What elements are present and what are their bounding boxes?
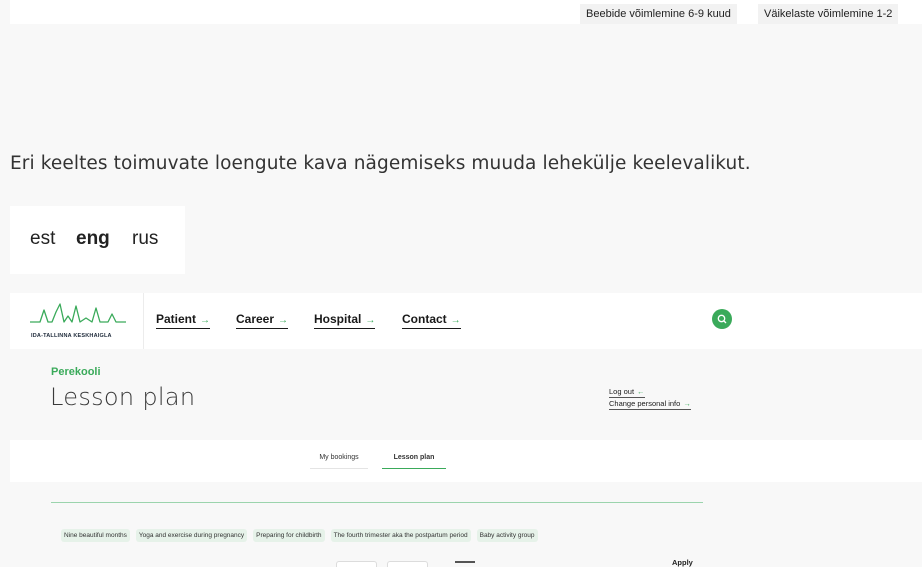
arrow-right-icon: → — [278, 315, 289, 326]
nav-item-label: Hospital — [314, 312, 362, 326]
logout-link[interactable]: Log out ← — [609, 387, 645, 398]
filter-chip[interactable]: Nine beautiful months — [61, 529, 130, 542]
language-switcher: est eng rus — [10, 206, 185, 274]
nav-item-career[interactable]: Career → — [236, 312, 289, 329]
filter-chips: Nine beautiful months Yoga and exercise … — [61, 529, 538, 542]
tab-lesson-plan[interactable]: Lesson plan — [382, 454, 446, 469]
filter-chip[interactable]: The fourth trimester aka the postpartum … — [330, 529, 471, 542]
language-eng[interactable]: eng — [76, 228, 110, 250]
search-button[interactable] — [712, 309, 732, 329]
language-info-text: Eri keeltes toimuvate loengute kava näge… — [10, 153, 751, 174]
tab-my-bookings[interactable]: My bookings — [310, 454, 368, 469]
top-link-baby-gym[interactable]: Beebide võimlemine 6-9 kuud — [580, 4, 737, 24]
search-icon — [717, 314, 727, 324]
arrow-right-icon: → — [200, 315, 211, 326]
filter-checkbox[interactable] — [455, 561, 475, 567]
nav-item-label: Patient — [156, 312, 197, 326]
divider — [51, 502, 703, 503]
change-personal-info-link[interactable]: Change personal info → — [609, 399, 691, 410]
tabs-bar: My bookings Lesson plan — [10, 440, 922, 482]
apply-button[interactable]: Apply — [672, 558, 693, 567]
logo-text: IDA-TALLINNA KESKHAIGLA — [31, 333, 112, 339]
arrow-right-icon: → — [365, 315, 376, 326]
section-label: Perekooli — [51, 366, 101, 378]
nav-item-hospital[interactable]: Hospital → — [314, 312, 376, 329]
language-rus[interactable]: rus — [132, 228, 158, 250]
change-personal-info-label: Change personal info — [609, 399, 681, 408]
nav-item-label: Contact — [402, 312, 447, 326]
filter-chip[interactable]: Preparing for childbirth — [253, 529, 325, 542]
filter-chip[interactable]: Yoga and exercise during pregnancy — [135, 529, 248, 542]
filter-dropdown[interactable] — [336, 561, 377, 567]
page-title: Lesson plan — [50, 383, 196, 411]
logout-label: Log out — [609, 387, 635, 396]
language-est[interactable]: est — [30, 228, 55, 250]
filter-dropdown[interactable] — [387, 561, 428, 567]
heartbeat-logo-icon — [30, 303, 126, 323]
top-link-toddler-gym[interactable]: Väikelaste võimlemine 1-2 — [758, 4, 899, 24]
arrow-left-icon: ← — [637, 387, 645, 396]
nav-item-label: Career — [236, 312, 275, 326]
nav-item-patient[interactable]: Patient → — [156, 312, 211, 329]
nav-item-contact[interactable]: Contact → — [402, 312, 461, 329]
filter-chip[interactable]: Baby activity group — [476, 529, 538, 542]
top-link-strip: Beebide võimlemine 6-9 kuud Väikelaste v… — [10, 0, 922, 24]
arrow-right-icon: → — [450, 315, 461, 326]
site-header: IDA-TALLINNA KESKHAIGLA Patient → Career →… — [10, 293, 922, 349]
hospital-logo[interactable]: IDA-TALLINNA KESKHAIGLA — [10, 293, 144, 349]
arrow-right-icon: → — [683, 399, 691, 408]
